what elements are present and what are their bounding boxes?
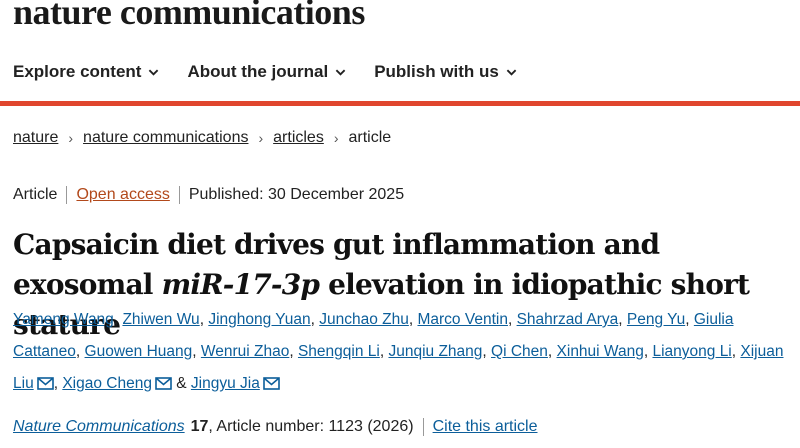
journal-logo[interactable]: nature communications	[13, 0, 365, 33]
author-link[interactable]: Shengqin Li	[298, 343, 380, 360]
author-link[interactable]: Wenrui Zhao	[201, 343, 289, 360]
chevron-down-icon	[149, 69, 159, 76]
author-separator: ,	[75, 343, 85, 360]
breadcrumb-current: article	[348, 129, 392, 146]
envelope-icon[interactable]	[263, 377, 280, 390]
author-link[interactable]: Zhiwen Wu	[122, 311, 199, 328]
breadcrumb: nature › nature communications › article…	[13, 129, 391, 147]
breadcrumb-separator: ›	[258, 130, 264, 146]
author-separator: ,	[507, 311, 517, 328]
author-link[interactable]: Xinhui Wang	[557, 343, 644, 360]
journal-name-link[interactable]: Nature Communications	[13, 418, 185, 436]
breadcrumb-link-nature[interactable]: nature	[13, 129, 58, 147]
envelope-icon[interactable]	[155, 377, 172, 390]
breadcrumb-separator: ›	[68, 130, 74, 146]
article-number: , Article number: 1123 (2026)	[208, 418, 414, 435]
nav-publish-with-us[interactable]: Publish with us	[374, 62, 517, 82]
nav-item-label: Publish with us	[374, 62, 499, 81]
cite-article-link[interactable]: Cite this article	[433, 418, 538, 436]
author-separator: ,	[192, 343, 201, 360]
nav-explore-content[interactable]: Explore content	[13, 62, 159, 82]
article-meta: Article Open access Published: 30 Decemb…	[13, 186, 404, 204]
author-separator: ,	[547, 343, 557, 360]
breadcrumb-separator: ›	[333, 130, 339, 146]
author-link[interactable]: Guowen Huang	[85, 343, 193, 360]
accent-divider	[0, 101, 800, 106]
author-link[interactable]: Peng Yu	[627, 311, 685, 328]
meta-divider	[66, 186, 68, 204]
author-link[interactable]: Junqiu Zhang	[388, 343, 482, 360]
article-type: Article	[13, 186, 58, 203]
chevron-down-icon	[506, 69, 517, 76]
nav-item-label: Explore content	[13, 62, 142, 81]
chevron-down-icon	[335, 69, 346, 76]
author-link[interactable]: Qi Chen	[491, 343, 548, 360]
author-separator: ,	[685, 311, 694, 328]
meta-divider	[178, 186, 180, 204]
author-link[interactable]: Lianyong Li	[652, 343, 731, 360]
breadcrumb-link-nature-communications[interactable]: nature communications	[83, 129, 248, 147]
title-gene-name: miR-17-3p	[161, 267, 320, 301]
nav-about-journal[interactable]: About the journal	[187, 62, 346, 82]
author-separator: ,	[482, 343, 492, 360]
author-link[interactable]: Yameng Wang	[13, 311, 114, 328]
open-access-badge[interactable]: Open access	[76, 186, 169, 204]
author-separator: ,	[618, 311, 627, 328]
breadcrumb-link-articles[interactable]: articles	[273, 129, 324, 147]
author-link[interactable]: Shahrzad Arya	[517, 311, 619, 328]
volume-number: 17	[190, 418, 209, 435]
main-nav: Explore content About the journal Publis…	[13, 62, 517, 82]
author-separator: ,	[310, 311, 320, 328]
envelope-icon[interactable]	[36, 377, 54, 390]
author-link[interactable]: Marco Ventin	[417, 311, 507, 328]
published-date: Published: 30 December 2025	[188, 186, 405, 203]
author-ampersand: &	[171, 375, 191, 392]
citation-line: Nature Communications 17 , Article numbe…	[13, 418, 538, 436]
author-link[interactable]: Jingyu Jia	[191, 375, 260, 392]
author-link[interactable]: Junchao Zhu	[319, 311, 409, 328]
author-link[interactable]: Xigao Cheng	[62, 375, 152, 392]
author-list: Yameng Wang, Zhiwen Wu, Jinghong Yuan, J…	[13, 304, 793, 400]
author-separator: ,	[289, 343, 298, 360]
citation-divider	[422, 418, 424, 436]
author-link[interactable]: Jinghong Yuan	[208, 311, 310, 328]
nav-item-label: About the journal	[187, 62, 329, 81]
